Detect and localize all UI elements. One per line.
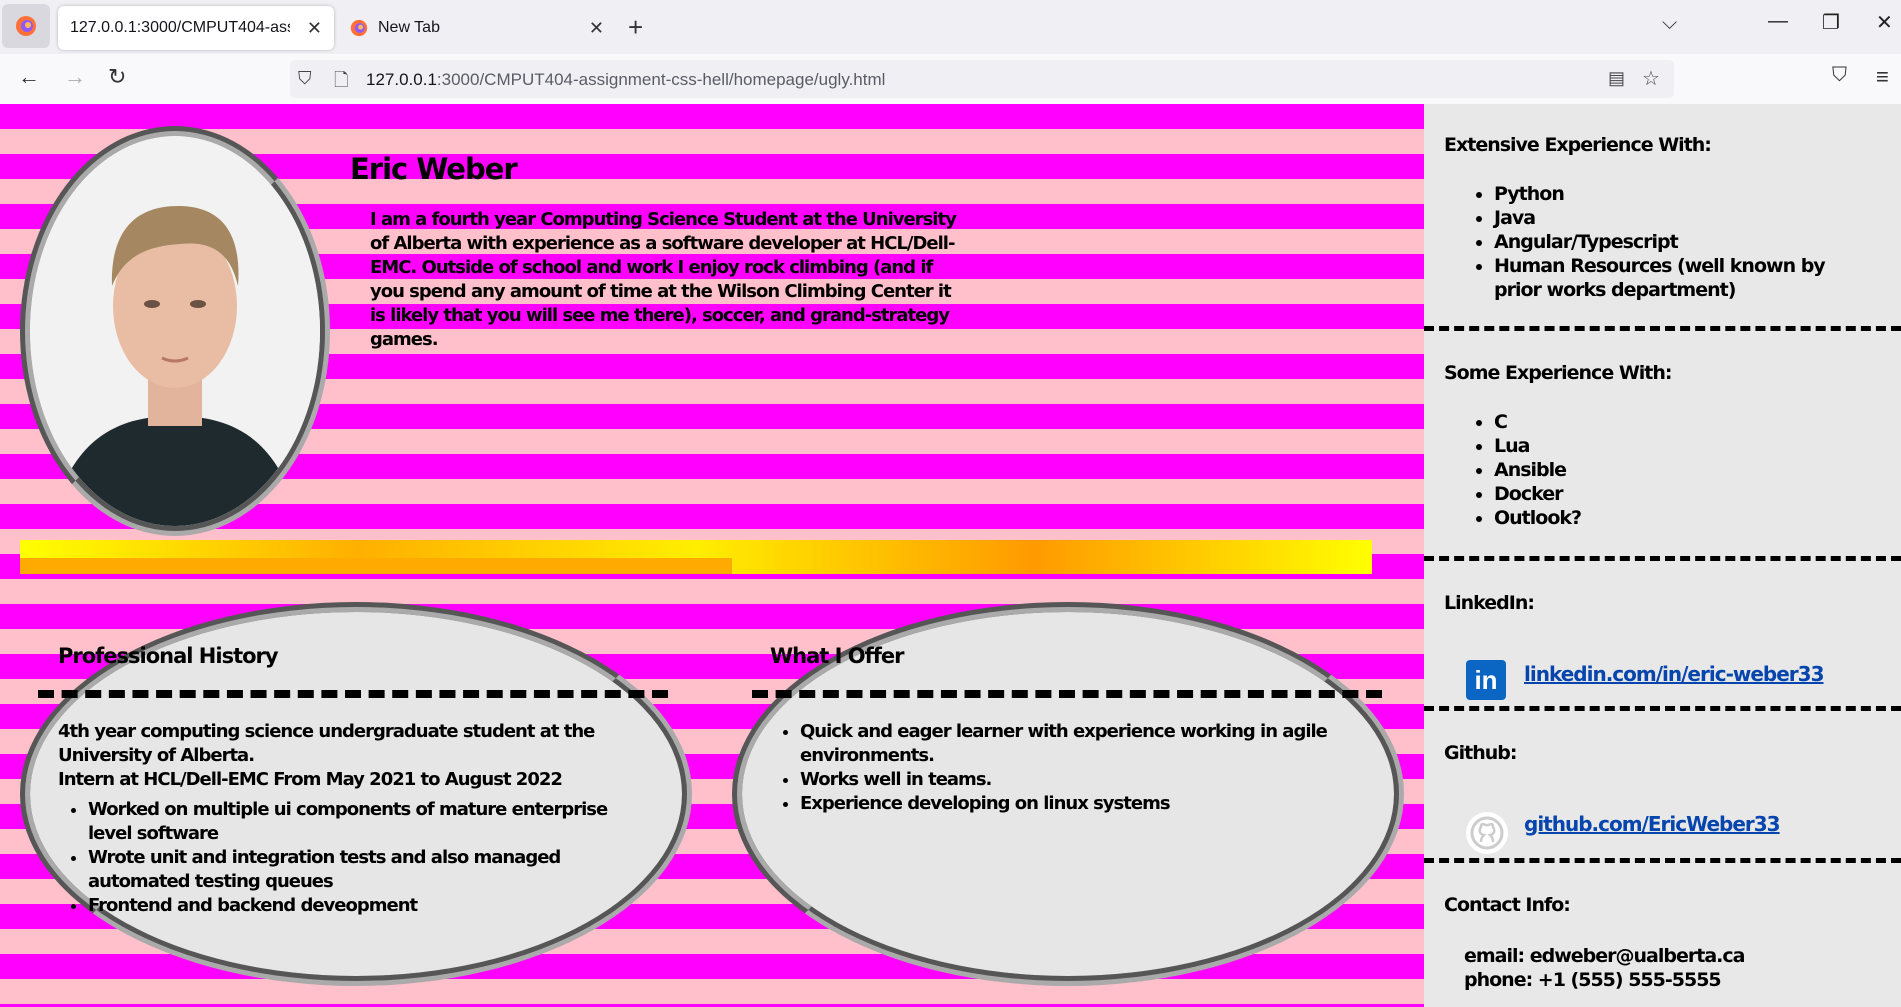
app-menu-icon[interactable]: ≡ (1876, 64, 1889, 90)
offer-item: Works well in teams. (800, 768, 1330, 792)
url-path: :3000/CMPUT404-assignment-css-hell/homep… (436, 70, 886, 89)
forward-arrow-icon[interactable]: → (64, 64, 86, 90)
contact-info: email: edweber@ualberta.ca phone: +1 (55… (1464, 944, 1745, 992)
new-tab-plus-icon[interactable]: + (628, 12, 643, 42)
reload-icon[interactable]: ↻ (108, 64, 126, 90)
some-experience-heading: Some Experience With: (1444, 362, 1672, 384)
tab-new-tab[interactable]: New Tab ✕ (340, 6, 616, 50)
sidebar-divider (1424, 556, 1901, 561)
linkedin-heading: LinkedIn: (1444, 592, 1535, 614)
github-link[interactable]: github.com/EricWeber33 (1524, 812, 1781, 836)
sidebar-divider (1424, 706, 1901, 711)
skill-item: Python (1494, 182, 1874, 206)
skill-item: Human Resources (well known by prior wor… (1494, 254, 1874, 302)
github-octocat-icon (1470, 816, 1504, 850)
section-divider (752, 690, 1382, 698)
history-line-2: Intern at HCL/Dell-EMC From May 2021 to … (58, 769, 563, 790)
firefox-icon (16, 16, 36, 36)
offer-list: Quick and eager learner with experience … (770, 720, 1330, 816)
section-divider (38, 690, 668, 698)
what-i-offer-body: Quick and eager learner with experience … (770, 720, 1330, 816)
sidebar: Extensive Experience With: Python Java A… (1424, 104, 1901, 1007)
tab-strip: 127.0.0.1:3000/CMPUT404-assignme ✕ New T… (0, 0, 1901, 54)
close-tab-icon[interactable]: ✕ (307, 18, 322, 39)
url-text[interactable]: 127.0.0.1:3000/CMPUT404-assignment-css-h… (366, 70, 885, 90)
decorative-banner (20, 540, 1372, 574)
contact-heading: Contact Info: (1444, 894, 1571, 916)
contact-phone: phone: +1 (555) 555-5555 (1464, 969, 1722, 991)
bookmark-star-icon[interactable]: ☆ (1642, 66, 1660, 91)
browser-chrome: 127.0.0.1:3000/CMPUT404-assignme ✕ New T… (0, 0, 1901, 105)
main-content: Eric Weber I am a fourth year Computing … (0, 104, 1424, 1007)
restore-icon[interactable]: ❐ (1822, 10, 1840, 35)
linkedin-link[interactable]: linkedin.com/in/eric-weber33 (1524, 662, 1824, 686)
profile-bio: I am a fourth year Computing Science Stu… (370, 209, 957, 350)
contact-email: email: edweber@ualberta.ca (1464, 945, 1745, 967)
skill-item: Java (1494, 206, 1874, 230)
history-item: Worked on multiple ui components of matu… (88, 798, 648, 846)
history-item: Wrote unit and integration tests and als… (88, 846, 648, 894)
what-i-offer-heading: What I Offer (770, 644, 904, 668)
offer-item: Experience developing on linux systems (800, 792, 1330, 816)
history-item: Frontend and backend deveopment (88, 894, 648, 918)
skill-item: Lua (1494, 434, 1581, 458)
sidebar-divider (1424, 858, 1901, 863)
decorative-banner-inner (20, 558, 732, 574)
history-list: Worked on multiple ui components of matu… (58, 798, 648, 918)
extensive-experience-heading: Extensive Experience With: (1444, 134, 1712, 156)
sidebar-divider (1424, 326, 1901, 331)
github-heading: Github: (1444, 742, 1517, 764)
firefox-menu-button[interactable] (2, 4, 50, 48)
minimize-icon[interactable]: — (1768, 10, 1788, 33)
some-experience-list: C Lua Ansible Docker Outlook? (1472, 410, 1582, 530)
reader-view-icon[interactable]: ▤ (1608, 68, 1625, 89)
tab-ugly-html[interactable]: 127.0.0.1:3000/CMPUT404-assignme ✕ (58, 6, 334, 50)
offer-item: Quick and eager learner with experience … (800, 720, 1330, 768)
professional-history-heading: Professional History (58, 644, 279, 668)
skill-item: Ansible (1494, 458, 1581, 482)
address-bar[interactable]: ⛉ 🗋 127.0.0.1:3000/CMPUT404-assignment-c… (290, 60, 1674, 98)
page-icon: 🗋 (334, 70, 349, 90)
shield-icon[interactable]: ⛉ (298, 68, 312, 89)
github-icon[interactable] (1466, 812, 1508, 854)
profile-photo (20, 126, 330, 536)
skill-item: Angular/Typescript (1494, 230, 1874, 254)
skill-item: Outlook? (1494, 506, 1582, 530)
tab-title: 127.0.0.1:3000/CMPUT404-assignme (70, 19, 290, 36)
extensive-experience-list: Python Java Angular/Typescript Human Res… (1472, 182, 1874, 302)
profile-name: Eric Weber (350, 152, 518, 186)
back-arrow-icon[interactable]: ← (18, 64, 40, 90)
pocket-icon[interactable]: ⛉ (1832, 64, 1847, 87)
linkedin-icon[interactable]: in (1466, 660, 1506, 700)
tab-title: New Tab (378, 19, 440, 36)
history-line-1: 4th year computing science undergraduate… (58, 721, 595, 766)
skill-item: C (1494, 410, 1581, 434)
skill-item: Docker (1494, 482, 1581, 506)
navigation-toolbar: ← → ↻ ⛉ 🗋 127.0.0.1:3000/CMPUT404-assign… (0, 54, 1901, 105)
url-host: 127.0.0.1 (366, 70, 437, 89)
professional-history-body: 4th year computing science undergraduate… (58, 720, 648, 918)
firefox-icon (350, 19, 368, 37)
profile-photo-image (30, 136, 320, 526)
close-tab-icon[interactable]: ✕ (589, 18, 604, 39)
close-window-icon[interactable]: ✕ (1876, 10, 1893, 35)
list-all-tabs-chevron-icon[interactable]: ⌵ (1662, 12, 1677, 35)
